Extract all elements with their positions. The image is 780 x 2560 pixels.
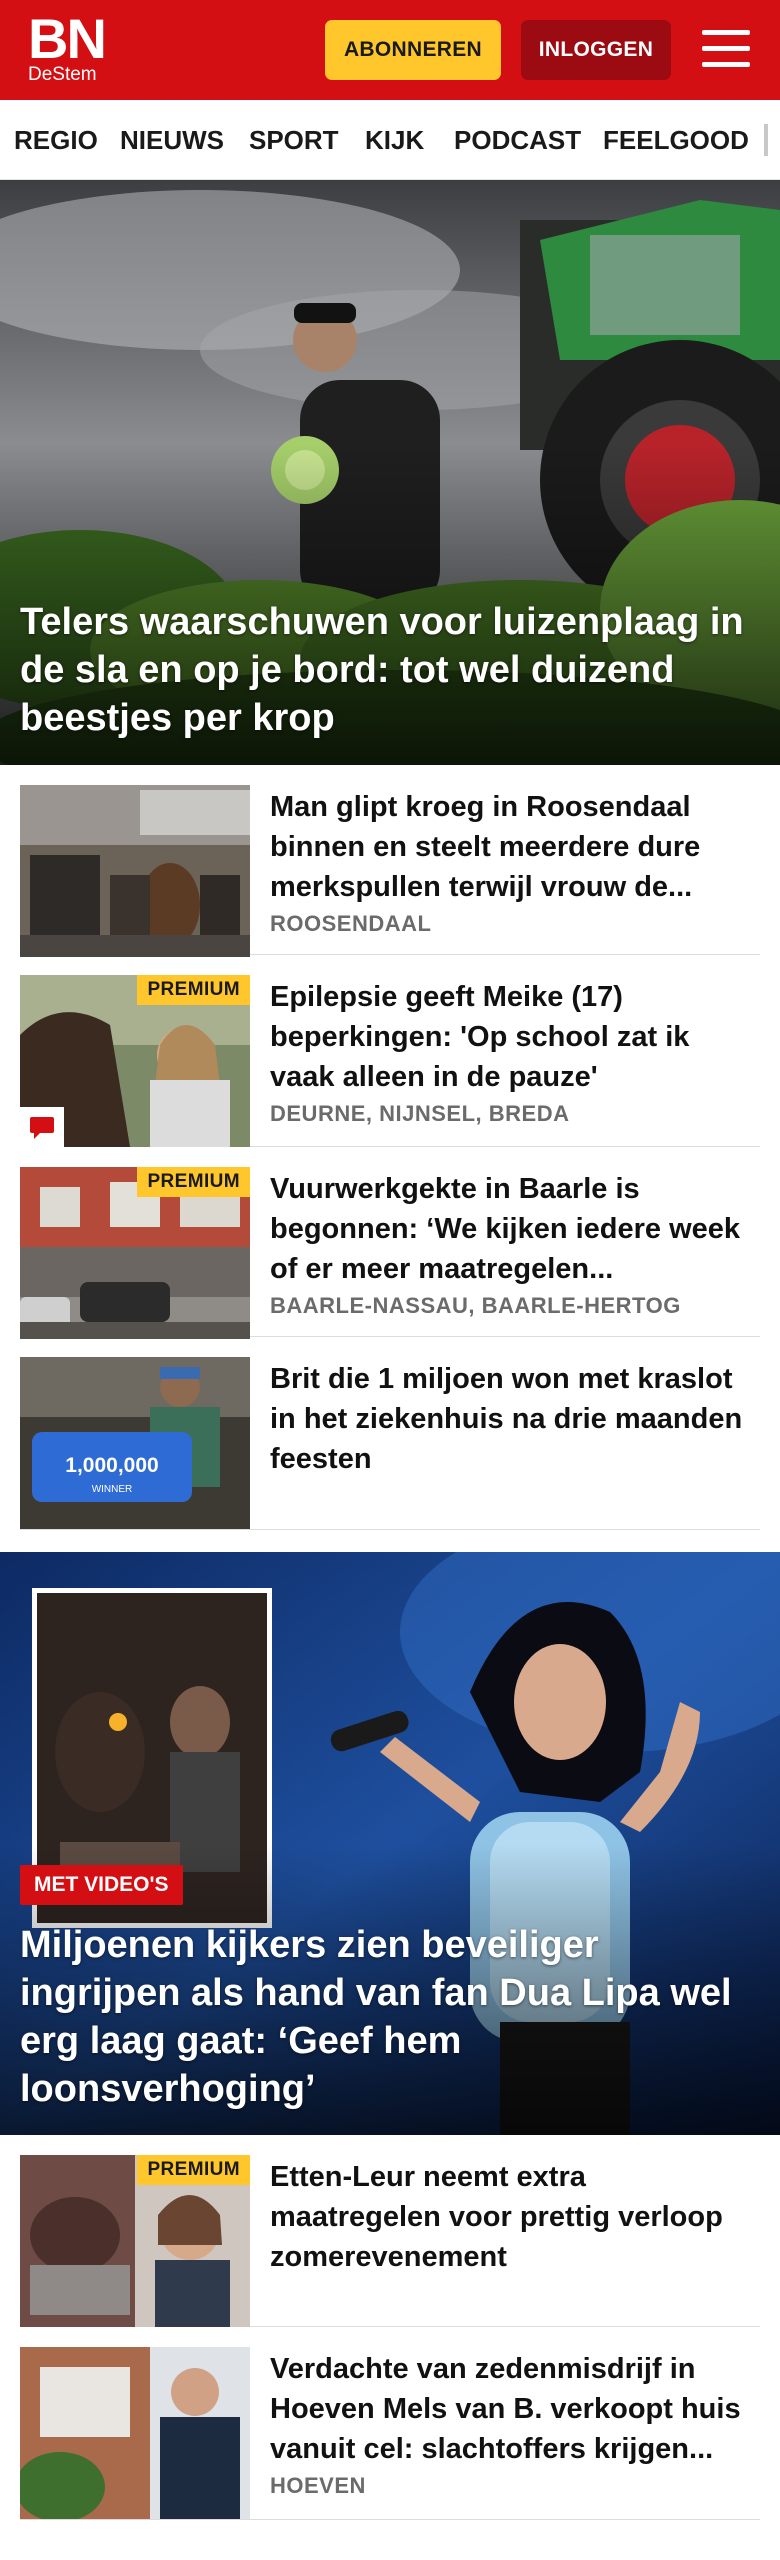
kraslot-winner-text: WINNER	[92, 1484, 133, 1495]
article-item[interactable]: Verdachte van zedenmisdrijf in Hoeven Me…	[20, 2327, 760, 2520]
article-item[interactable]: 1,000,000 WINNER Brit die 1 miljoen won …	[20, 1337, 760, 1530]
kraslot-amount: 1,000,000	[65, 1454, 158, 1477]
article-thumbnail: PREMIUM	[20, 2155, 250, 2327]
nav-item-podcast[interactable]: PODCAST	[454, 100, 581, 179]
nav-item-nieuws[interactable]: NIEUWS	[120, 100, 224, 179]
article-location: HOEVEN	[270, 2473, 366, 2498]
section-nav: REGIO NIEUWS SPORT KIJK PODCAST FEELGOOD	[0, 100, 780, 180]
comment-icon	[20, 1107, 64, 1147]
hero-article-1[interactable]: Telers waarschuwen voor luizenplaag in d…	[0, 180, 780, 765]
article-location: DEURNE, NIJNSEL, BREDA	[270, 1101, 570, 1126]
article-title: Etten-Leur neemt extra maatregelen voor …	[270, 2161, 723, 2273]
nav-item-kijk[interactable]: KIJK	[365, 100, 424, 179]
article-item[interactable]: PREMIUM Etten-Leur neemt extra maatregel…	[20, 2135, 760, 2327]
subscribe-button[interactable]: ABONNEREN	[325, 20, 501, 80]
article-title: Vuurwerkgekte in Baarle is begonnen: ‘We…	[270, 1173, 741, 1285]
article-location: BAARLE-NASSAU, BAARLE-HERTOG	[270, 1293, 681, 1318]
video-tag: MET VIDEO'S	[20, 1865, 183, 1905]
logo-main: BN	[28, 7, 107, 70]
top-bar: BN DeStem ABONNEREN INLOGGEN	[0, 0, 780, 100]
article-title: Epilepsie geeft Meike (17) beperkingen: …	[270, 981, 690, 1093]
article-item[interactable]: Man glipt kroeg in Roosendaal binnen en …	[20, 765, 760, 957]
article-thumbnail: 1,000,000 WINNER	[20, 1357, 250, 1529]
login-button[interactable]: INLOGGEN	[521, 20, 671, 80]
article-title: Brit die 1 miljoen won met kraslot in he…	[270, 1363, 743, 1475]
nav-overflow-indicator	[764, 124, 768, 156]
article-thumbnail	[20, 785, 250, 957]
article-item[interactable]: PREMIUM Vuurwerkgekte in Baarle is begon…	[20, 1147, 760, 1339]
article-title: Verdachte van zedenmisdrijf in Hoeven Me…	[270, 2353, 741, 2465]
premium-badge: PREMIUM	[137, 975, 250, 1005]
article-thumbnail: PREMIUM	[20, 1167, 250, 1339]
hero-1-title: Telers waarschuwen voor luizenplaag in d…	[20, 601, 744, 739]
article-title: Man glipt kroeg in Roosendaal binnen en …	[270, 791, 701, 903]
article-thumbnail	[20, 2347, 250, 2519]
article-thumbnail: PREMIUM	[20, 975, 250, 1147]
hero-2-title: Miljoenen kijkers zien beveiliger ingrij…	[20, 1924, 732, 2110]
premium-badge: PREMIUM	[137, 1167, 250, 1197]
hamburger-menu-icon[interactable]	[700, 26, 752, 72]
premium-badge: PREMIUM	[137, 2155, 250, 2185]
article-item[interactable]: PREMIUM Epilepsie geeft Meike (17) beper…	[20, 955, 760, 1147]
hero-article-2[interactable]: MET VIDEO'S Miljoenen kijkers zien bevei…	[0, 1552, 780, 2135]
nav-item-feelgood[interactable]: FEELGOOD	[603, 100, 749, 179]
article-location: ROOSENDAAL	[270, 911, 432, 936]
nav-item-sport[interactable]: SPORT	[249, 100, 339, 179]
nav-item-regio[interactable]: REGIO	[14, 100, 98, 179]
site-logo[interactable]: BN DeStem	[28, 7, 112, 86]
